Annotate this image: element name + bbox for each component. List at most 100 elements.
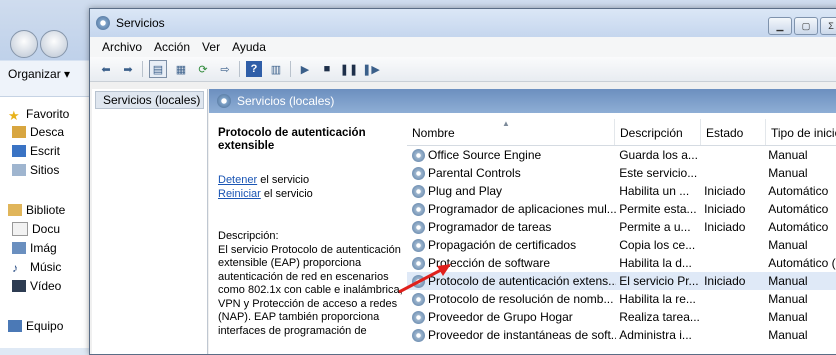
service-name-cell: Parental Controls	[407, 166, 616, 180]
services-window: Servicios ▁ ▢ Σ Archivo Acción Ver Ayuda…	[89, 8, 836, 355]
service-row[interactable]: Office Source Engine Guarda los a... Manua…	[407, 146, 836, 164]
service-startup-cell: Manual	[768, 328, 808, 342]
libraries-icon	[8, 204, 22, 216]
service-description-cell: Habilita la re...	[619, 292, 696, 306]
title-bar[interactable]: Servicios	[90, 9, 836, 37]
service-gear-icon	[412, 202, 425, 216]
console-tree-icon[interactable]: ▤	[149, 60, 167, 78]
service-row[interactable]: Parental Controls Este servicio... Manual	[407, 164, 836, 182]
nav-recent-places[interactable]: Sitios	[12, 163, 59, 177]
service-name-cell: Proveedor de instantáneas de soft...	[407, 328, 616, 342]
menu-accion[interactable]: Acción	[154, 40, 190, 54]
back-arrow-icon[interactable]: ⬅	[98, 61, 114, 77]
description-text: El servicio Protocolo de autenticación e…	[218, 243, 403, 337]
export-list-icon[interactable]: ⇨	[217, 61, 233, 77]
service-description-cell: Copia los ce...	[619, 238, 696, 252]
service-row[interactable]: Programador de tareas Permite a u... Inici…	[407, 218, 836, 236]
nav-pictures[interactable]: Imág	[12, 241, 57, 255]
service-row[interactable]: Plug and Play Habilita un ... Iniciado Auto…	[407, 182, 836, 200]
column-estado[interactable]: Estado	[701, 119, 766, 145]
computer-icon	[8, 320, 22, 332]
service-startup-cell: Automático	[768, 184, 829, 198]
service-name-cell: Plug and Play	[407, 184, 616, 198]
services-pane: Servicios (locales) Protocolo de autenti…	[209, 89, 836, 354]
organize-menu[interactable]: Organizar ▾	[8, 67, 70, 81]
star-icon: ★	[8, 108, 20, 123]
column-nombre[interactable]: Nombre ▲	[407, 119, 615, 145]
start-service-icon[interactable]: ▶	[297, 61, 313, 77]
window-title: Servicios	[116, 16, 165, 30]
list-rows: Office Source Engine Guarda los a... Manua…	[407, 146, 836, 344]
service-startup-cell: Automático	[768, 220, 829, 234]
properties-icon[interactable]: ▦	[173, 61, 189, 77]
nav-documents[interactable]: Docu	[12, 222, 60, 236]
service-startup-cell: Manual	[768, 292, 808, 306]
nav-favorites[interactable]: ★ Favorito	[8, 107, 69, 123]
service-gear-icon	[412, 148, 425, 162]
stop-service-icon[interactable]: ■	[319, 61, 335, 77]
restart-service-link[interactable]: Reiniciar	[218, 188, 261, 200]
service-gear-icon	[412, 328, 425, 342]
explorer-nav-pane: ★ Favorito Desca Escrit Sitios Bibliote D…	[0, 96, 92, 348]
stop-service-link[interactable]: Detener	[218, 174, 257, 186]
sort-arrow-icon: ▲	[502, 119, 510, 128]
nav-downloads[interactable]: Desca	[12, 125, 64, 139]
menu-ver[interactable]: Ver	[202, 40, 220, 54]
service-row[interactable]: Protocolo de resolución de nomb... Habili…	[407, 290, 836, 308]
tree-item-services-local[interactable]: Servicios (locales)	[95, 91, 204, 109]
service-row[interactable]: Programador de aplicaciones mul... Permit…	[407, 200, 836, 218]
menu-bar: Archivo Acción Ver Ayuda	[90, 37, 836, 57]
restart-service-icon[interactable]: ❚▶	[362, 61, 380, 77]
videos-icon	[12, 280, 26, 292]
service-row[interactable]: Protección de software Habilita la d... Au…	[407, 254, 836, 272]
service-description-cell: Permite a u...	[619, 220, 691, 234]
nav-music[interactable]: ♪ Músic	[12, 260, 61, 275]
service-startup-cell: Manual	[768, 166, 808, 180]
service-gear-icon	[412, 220, 425, 234]
minimize-button[interactable]: ▁	[768, 17, 792, 35]
service-description-cell: Este servicio...	[619, 166, 698, 180]
service-description-cell: Permite esta...	[619, 202, 697, 216]
music-icon: ♪	[12, 261, 18, 275]
downloads-icon	[12, 126, 26, 138]
service-description-cell: Realiza tarea...	[619, 310, 700, 324]
back-button[interactable]	[10, 30, 38, 58]
service-row[interactable]: Protocolo de autenticación extens... El s…	[407, 272, 836, 290]
service-description-cell: Guarda los a...	[619, 148, 698, 162]
column-descripcion[interactable]: Descripción	[615, 119, 701, 145]
service-name-cell: Office Source Engine	[407, 148, 616, 162]
close-button[interactable]: Σ	[820, 17, 836, 35]
service-startup-cell: Automático	[768, 202, 829, 216]
nav-desktop[interactable]: Escrit	[12, 144, 60, 158]
toolbar-separator	[239, 61, 240, 77]
help-icon[interactable]: ?	[246, 61, 262, 77]
pane-header: Servicios (locales)	[209, 89, 836, 113]
service-gear-icon	[412, 184, 425, 198]
pause-service-icon[interactable]: ❚❚	[340, 61, 358, 77]
forward-arrow-icon[interactable]: ➡	[120, 61, 136, 77]
service-status-cell: Iniciado	[704, 184, 746, 198]
nav-libraries[interactable]: Bibliote	[8, 203, 65, 217]
service-name-cell: Propagación de certificados	[407, 238, 616, 252]
service-gear-icon	[412, 166, 425, 180]
pane-title: Servicios (locales)	[237, 94, 335, 108]
menu-archivo[interactable]: Archivo	[102, 40, 142, 54]
service-startup-cell: Manual	[768, 238, 808, 252]
service-row[interactable]: Propagación de certificados Copia los ce.…	[407, 236, 836, 254]
nav-computer[interactable]: Equipo	[8, 319, 63, 333]
toolbar: ⬅ ➡ ▤ ▦ ⟳ ⇨ ? ▥ ▶ ■ ❚❚ ❚▶	[90, 57, 836, 82]
refresh-icon[interactable]: ⟳	[195, 61, 211, 77]
service-status-cell: Iniciado	[704, 220, 746, 234]
toolbar-separator	[290, 61, 291, 77]
service-startup-cell: Manual	[768, 274, 808, 288]
nav-videos[interactable]: Vídeo	[12, 279, 61, 293]
service-row[interactable]: Proveedor de Grupo Hogar Realiza tarea...…	[407, 308, 836, 326]
show-pane-icon[interactable]: ▥	[268, 61, 284, 77]
service-row[interactable]: Proveedor de instantáneas de soft... Admi…	[407, 326, 836, 344]
menu-ayuda[interactable]: Ayuda	[232, 40, 266, 54]
console-tree: Servicios (locales)	[92, 89, 208, 354]
column-tipo-inicio[interactable]: Tipo de inicio	[766, 119, 836, 145]
forward-button[interactable]	[40, 30, 68, 58]
maximize-button[interactable]: ▢	[794, 17, 818, 35]
list-header: Nombre ▲ Descripción Estado Tipo de inici…	[407, 119, 836, 146]
